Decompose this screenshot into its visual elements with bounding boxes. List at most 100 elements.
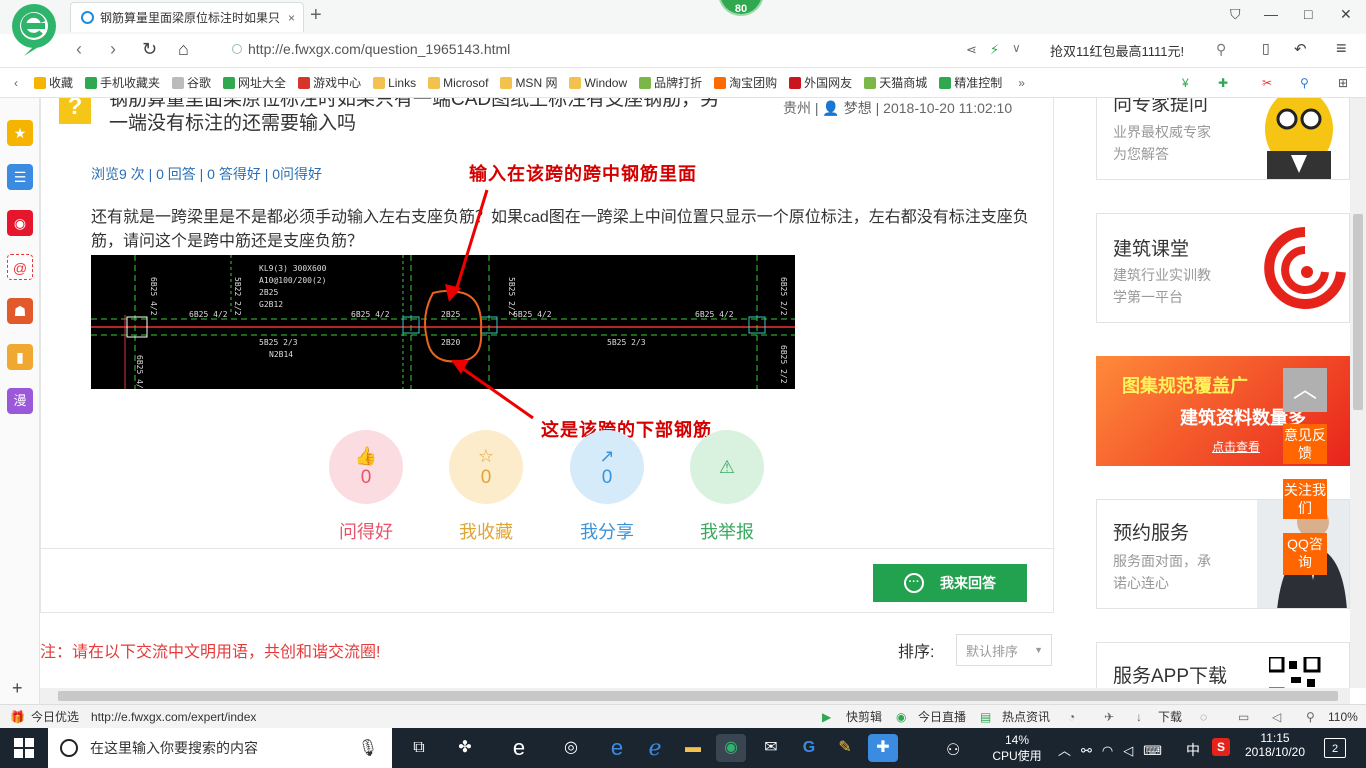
ime-indicator[interactable]: 中 — [1186, 740, 1200, 760]
search-icon[interactable]: ⚲ — [1216, 41, 1226, 58]
promo-text[interactable]: 抢双11红包最高1111元! — [1050, 41, 1184, 60]
windows-start-icon[interactable] — [14, 738, 34, 758]
status-item-1[interactable]: 快剪辑 — [846, 708, 882, 725]
mobile-icon[interactable]: ▯ — [1262, 40, 1270, 57]
bookmark-item[interactable]: Microsof — [428, 74, 488, 91]
status-item-2[interactable]: 今日直播 — [918, 708, 966, 725]
clock[interactable]: 11:15 2018/10/20 — [1240, 731, 1310, 759]
status-item-4[interactable]: 下载 — [1158, 708, 1182, 725]
browser-tab[interactable]: 钢筋算量里面梁原位标注时如果只 × — [70, 2, 304, 32]
atlas-cta[interactable]: 点击查看 — [1212, 438, 1260, 455]
file-explorer-icon[interactable]: ▬ — [678, 734, 708, 762]
back-icon[interactable]: ‹ — [76, 39, 82, 60]
bookmark-item[interactable]: 淘宝团购 — [714, 74, 777, 91]
notification-center[interactable]: 2 — [1324, 738, 1346, 758]
new-tab-button[interactable]: + — [310, 4, 322, 27]
volume-icon[interactable]: ◁ — [1272, 710, 1281, 724]
app-download-card[interactable]: 服务APP下载 — [1096, 642, 1350, 688]
action-circle[interactable]: ↗ 0 — [570, 430, 644, 504]
cpu-widget[interactable]: 14% CPU使用 — [992, 733, 1042, 764]
forward-icon[interactable]: › — [110, 39, 116, 60]
internet-explorer-icon[interactable]: ℯ — [640, 734, 670, 762]
share-icon[interactable]: ⋖ — [966, 42, 977, 58]
yuan-icon[interactable]: ¥ — [1182, 76, 1189, 90]
grid-icon[interactable]: ⊞ — [1338, 76, 1348, 90]
bookmark-item[interactable]: 网址大全 — [223, 74, 286, 91]
ie-blue-icon[interactable]: e — [504, 734, 534, 762]
bookmark-item[interactable]: 天猫商城 — [864, 74, 927, 91]
cleanup-icon[interactable]: ◌ — [1200, 710, 1207, 724]
bookmarks-more[interactable]: » — [1018, 76, 1025, 90]
status-item-3[interactable]: 热点资讯 — [1002, 708, 1050, 725]
minimize-button[interactable]: — — [1264, 6, 1278, 22]
today-picks[interactable]: 今日优选 — [31, 708, 79, 725]
weibo-icon[interactable]: ◉ — [7, 210, 33, 236]
task-view-icon[interactable]: ⧉ — [404, 734, 434, 762]
scissors-icon[interactable]: ✂ — [1262, 76, 1272, 90]
sogou-icon[interactable]: S — [1212, 738, 1230, 756]
action-circle[interactable]: ☆ 0 — [449, 430, 523, 504]
browser-taskbar-icon[interactable]: ◉ — [716, 734, 746, 762]
bookmark-item[interactable]: 品牌打折 — [639, 74, 702, 91]
lightning-icon[interactable]: ⚡ — [990, 42, 999, 58]
plus-app-icon[interactable]: ✚ — [1218, 76, 1228, 90]
window-icon[interactable]: ▭ — [1238, 710, 1249, 724]
notes-icon[interactable]: ▮ — [7, 344, 33, 370]
sidebar-add-icon[interactable]: + — [12, 678, 23, 699]
g-app-icon[interactable]: G — [794, 734, 824, 762]
bookmark-item[interactable]: MSN 网 — [500, 74, 557, 91]
menu-icon[interactable]: ≡ — [1336, 38, 1347, 59]
action-1[interactable]: ☆ 0 我收藏 — [449, 430, 523, 544]
chevron-down-icon[interactable]: ∨ — [1012, 41, 1021, 55]
action-0[interactable]: 👍 0 问得好 — [329, 430, 403, 544]
horizontal-scrollbar[interactable] — [40, 688, 1350, 704]
vertical-scrollbar[interactable] — [1350, 98, 1366, 688]
answer-button[interactable]: ··· 我来回答 — [873, 564, 1027, 602]
vertical-scroll-thumb[interactable] — [1353, 214, 1363, 410]
bookmark-item[interactable]: Window — [569, 74, 627, 91]
horizontal-scroll-thumb[interactable] — [58, 691, 1338, 701]
tab-close-icon[interactable]: × — [288, 11, 295, 25]
favorites-star-icon[interactable]: ★ — [7, 120, 33, 146]
expert-card[interactable]: 向专家提问 业界最权威专家 为您解答 — [1096, 98, 1350, 180]
classroom-card[interactable]: 建筑课堂 建筑行业实训教 学第一平台 — [1096, 213, 1350, 323]
bookmark-item[interactable]: 游戏中心 — [298, 74, 361, 91]
sort-select[interactable]: 默认排序 ▼ — [956, 634, 1052, 666]
microphone-icon[interactable]: 🎙 — [358, 738, 378, 758]
pin-icon[interactable]: ✈ — [1104, 710, 1114, 724]
undo-icon[interactable]: ↶ — [1294, 40, 1307, 58]
maximize-button[interactable]: □ — [1304, 6, 1312, 22]
people-icon[interactable]: ⚇ — [946, 740, 960, 760]
feedback-button[interactable]: 意见反馈 — [1283, 424, 1327, 464]
close-window-button[interactable]: ✕ — [1340, 6, 1352, 23]
bookmark-item[interactable]: Links — [373, 74, 416, 91]
notes-app-icon[interactable]: ✎ — [830, 734, 860, 762]
shirt-icon[interactable]: ⛉ — [1230, 6, 1241, 23]
action-circle[interactable]: ⚠ — [690, 430, 764, 504]
bookmark-item[interactable]: 外国网友 — [789, 74, 852, 91]
refresh-icon[interactable]: ↻ — [142, 39, 157, 60]
plus-app-taskbar-icon[interactable]: ✚ — [868, 734, 898, 762]
pinwheel-app-icon[interactable]: ✤ — [450, 734, 480, 762]
zoom-level[interactable]: 110% — [1328, 710, 1358, 724]
bookmark-item[interactable]: 手机收藏夹 — [85, 74, 160, 91]
speed-icon[interactable]: ◔ — [1068, 710, 1075, 724]
edge-icon[interactable]: e — [602, 734, 632, 762]
tray-icons[interactable]: ︿⚯◠◁⌨ — [1058, 740, 1172, 759]
action-3[interactable]: ⚠ 我举报 — [690, 430, 764, 544]
magnifier-icon[interactable]: ⚲ — [1300, 76, 1309, 90]
game-icon[interactable]: ☗ — [7, 298, 33, 324]
zoom-icon[interactable]: ⚲ — [1306, 710, 1315, 724]
taskbar-search-input[interactable]: 在这里输入你要搜索的内容 🎙 — [48, 728, 392, 768]
bookmarks-back-icon[interactable]: ‹ — [14, 76, 18, 90]
action-2[interactable]: ↗ 0 我分享 — [570, 430, 644, 544]
comic-icon[interactable]: 漫 — [7, 388, 33, 414]
mail-envelope-icon[interactable]: ✉ — [756, 734, 786, 762]
qq-consult-button[interactable]: QQ咨询 — [1283, 533, 1327, 575]
home-icon[interactable]: ⌂ — [178, 39, 189, 60]
mail-icon[interactable]: @ — [7, 254, 33, 280]
news-icon[interactable]: ☰ — [7, 164, 33, 190]
edge-swirl-icon[interactable]: ◎ — [556, 734, 586, 762]
back-to-top-icon[interactable]: ︿ — [1283, 368, 1327, 412]
bookmark-item[interactable]: 谷歌 — [172, 74, 211, 91]
